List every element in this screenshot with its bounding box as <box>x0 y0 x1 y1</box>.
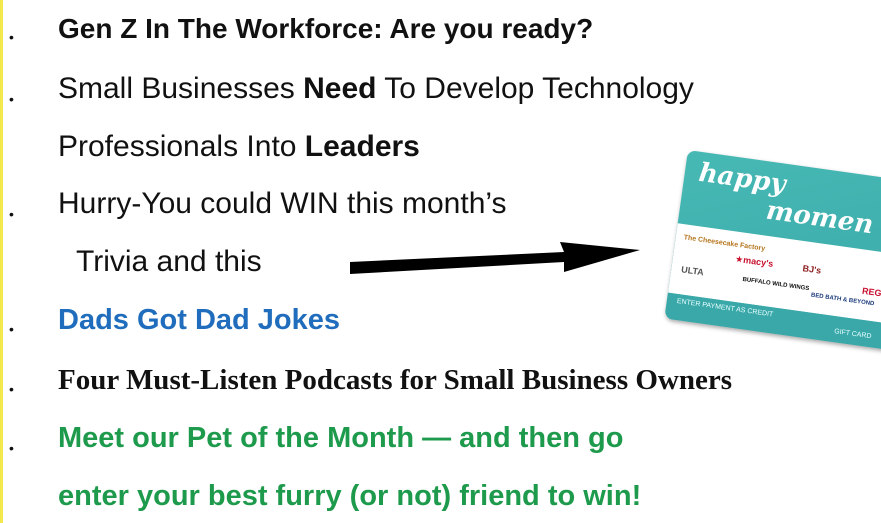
headline-dad-jokes[interactable]: Dads Got Dad Jokes <box>58 303 340 337</box>
line-3-part-2: Leaders <box>304 130 420 163</box>
headline-podcasts[interactable]: Four Must-Listen Podcasts for Small Busi… <box>58 363 732 397</box>
headline-gen-z[interactable]: Gen Z In The Workforce: Are you ready? <box>58 12 593 46</box>
card-logo-line-1: happy <box>696 157 788 200</box>
line-2-part-2: Need <box>303 72 377 105</box>
card-logo-line-2: momen <box>764 195 876 241</box>
left-accent-bar <box>0 0 3 523</box>
bullet-1: • <box>9 29 14 45</box>
line-2-part-3: To Develop Technology <box>376 72 694 105</box>
headline-small-business-cont[interactable]: Professionals Into Leaders <box>58 130 420 164</box>
bullet-2: • <box>9 91 14 107</box>
card-strip-right: GIFT CARD <box>833 328 872 341</box>
headline-pet-month-2[interactable]: enter your best furry (or not) friend to… <box>58 479 641 513</box>
brand-macys: ★macy's <box>734 253 774 269</box>
brand-cheesecake: The Cheesecake Factory <box>683 234 766 253</box>
bullet-6: • <box>9 440 14 456</box>
arrow-right-icon <box>350 242 640 274</box>
headline-small-business[interactable]: Small Businesses Need To Develop Technol… <box>58 72 694 106</box>
bullet-4: • <box>9 321 14 337</box>
line-3-part-1: Professionals Into <box>58 130 305 163</box>
bullet-5: • <box>9 381 14 397</box>
brand-bww: BUFFALO WILD WINGS <box>742 276 810 293</box>
trivia-line-1[interactable]: Hurry-You could WIN this month’s <box>58 187 507 221</box>
headline-pet-month-1[interactable]: Meet our Pet of the Month — and then go <box>58 421 623 455</box>
line-2-part-1: Small Businesses <box>58 72 304 105</box>
brand-regal: REGAL <box>861 285 881 300</box>
brand-bjs: BJ's <box>801 263 822 276</box>
trivia-line-2[interactable]: Trivia and this <box>76 245 262 279</box>
brand-ulta: ULTA <box>680 264 705 278</box>
bullet-3: • <box>9 206 14 222</box>
happy-moments-gift-card: happy momen The Cheesecake Factory ★macy… <box>664 150 881 351</box>
